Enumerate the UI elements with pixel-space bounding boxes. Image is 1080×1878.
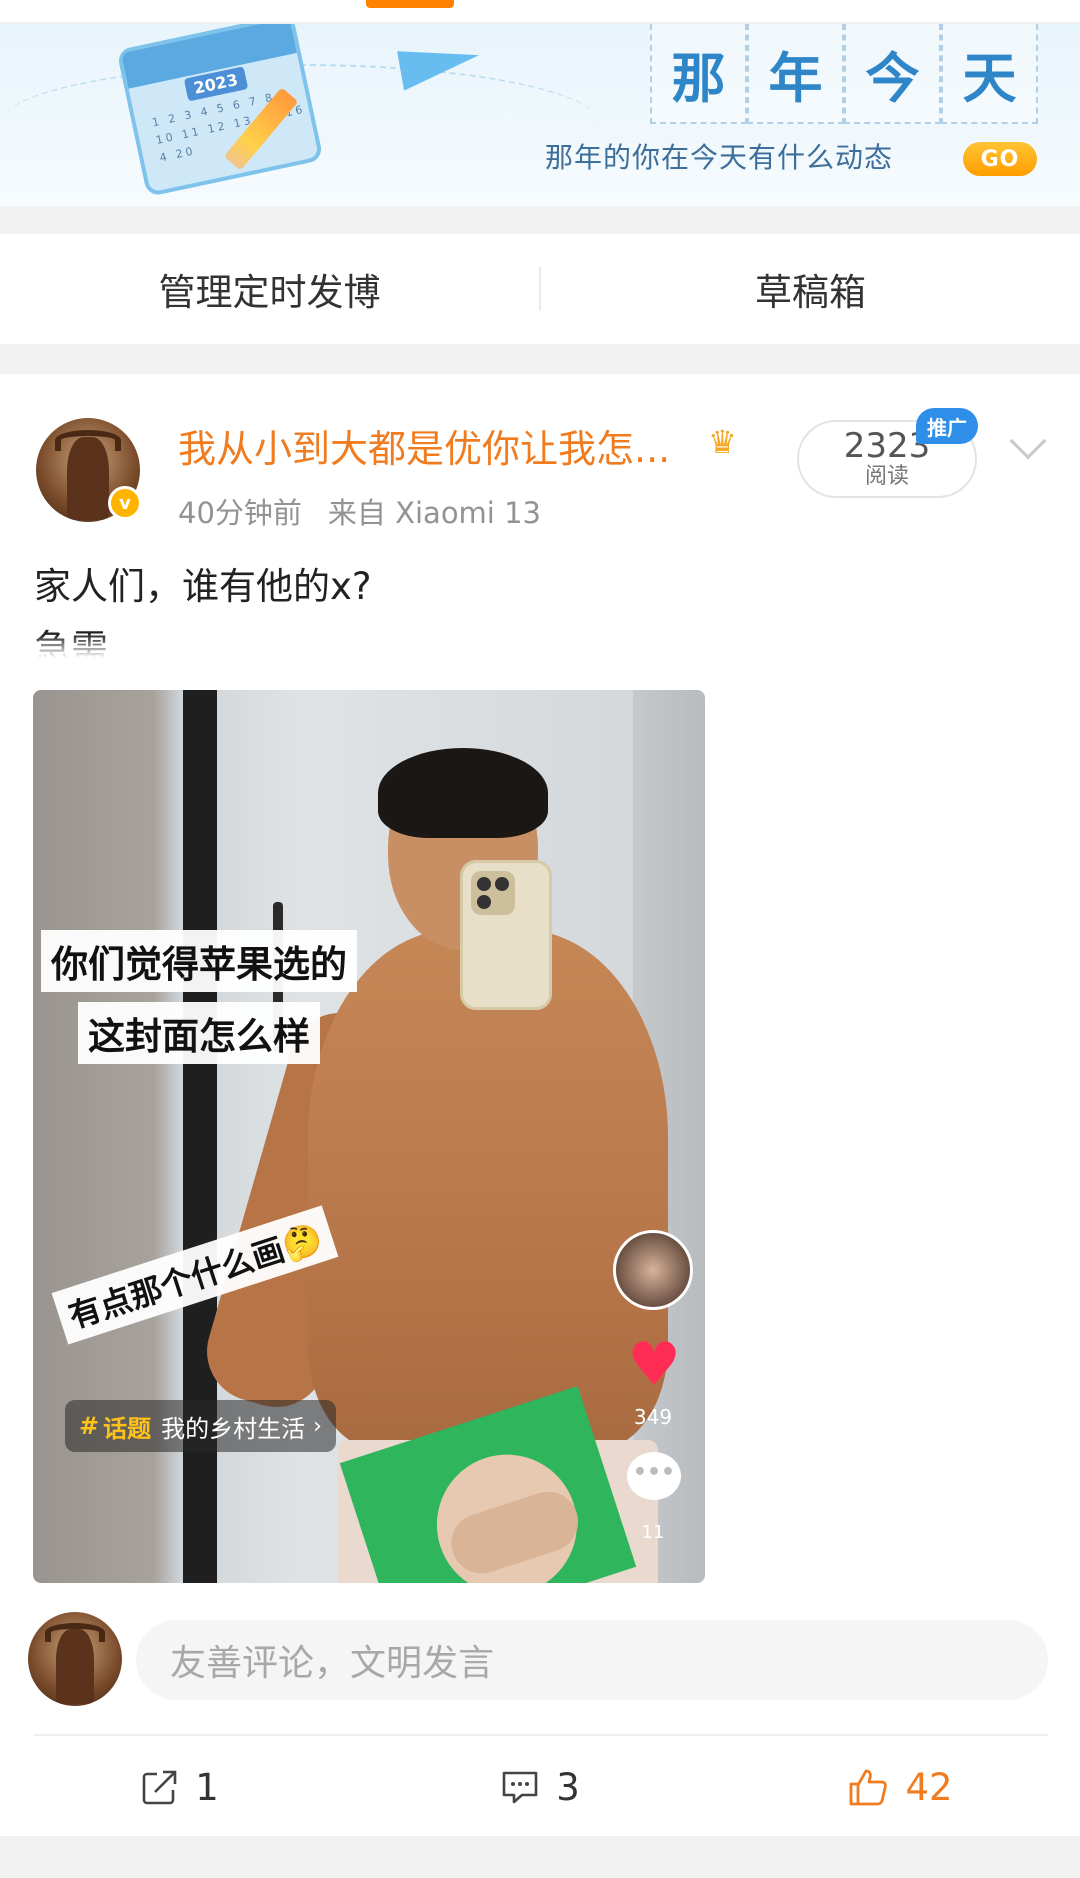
chevron-down-icon[interactable] (1009, 422, 1047, 460)
section-separator (0, 1836, 1080, 1878)
like-button[interactable]: 42 (720, 1744, 1080, 1830)
post-time: 40分钟前 (178, 496, 302, 530)
heart-icon: ♥ (627, 1330, 681, 1400)
phone-icon (460, 860, 552, 1010)
repost-count: 1 (195, 1765, 219, 1809)
video-author-avatar (613, 1230, 693, 1310)
comment-count: 3 (556, 1765, 580, 1809)
repost-button[interactable]: 1 (0, 1744, 360, 1830)
post-action-bar: 1 3 42 (0, 1744, 1080, 1830)
my-avatar[interactable] (28, 1612, 122, 1706)
manage-bar: 管理定时发博 草稿箱 (0, 234, 1080, 344)
topic-name: 我的乡村生活 (161, 1414, 306, 1443)
actions-divider (34, 1734, 1048, 1736)
section-separator (0, 206, 1080, 234)
active-tab-indicator (366, 0, 454, 8)
comment-icon (502, 1771, 538, 1804)
topic-pill: # 话题 我的乡村生活 › (65, 1400, 336, 1452)
post-text-line2: 急需 (34, 627, 108, 658)
image-caption: 这封面怎么样 (78, 1002, 320, 1064)
post-source: 来自 Xiaomi 13 (327, 496, 541, 530)
comment-button[interactable]: 3 (360, 1744, 720, 1830)
comment-bubble-icon: ••• (627, 1452, 681, 1500)
post-text: 家人们，谁有他的x? (34, 565, 372, 608)
like-count: 42 (905, 1765, 953, 1809)
banner-title-char: 天 (941, 24, 1038, 124)
on-this-day-banner[interactable]: 2023 1 2 3 4 5 6 7 8 9 10 11 12 13 15 16… (0, 24, 1080, 206)
topic-label: 话题 (103, 1414, 152, 1443)
banner-title-char: 年 (747, 24, 844, 124)
video-like-count: 349 (633, 1405, 673, 1429)
hashtag-icon: # (79, 1412, 100, 1440)
post-image[interactable]: 你们觉得苹果选的 这封面怎么样 有点那个什么画🤔 # 话题 我的乡村生活 › ♥… (33, 690, 705, 1583)
chevron-right-icon: › (313, 1413, 322, 1439)
post-meta: 40分钟前 来自 Xiaomi 13 (178, 490, 541, 532)
comment-input[interactable]: 友善评论，文明发言 (136, 1620, 1048, 1700)
thumbs-up-icon (850, 1769, 888, 1806)
verified-badge-icon: v (108, 486, 142, 520)
go-button[interactable]: GO (963, 142, 1037, 176)
section-separator (0, 344, 1080, 374)
author-name[interactable]: 我从小到大都是优你让我怎... (178, 418, 670, 473)
banner-title: 那 年 今 天 (650, 24, 1038, 124)
drafts-button[interactable]: 草稿箱 (541, 262, 1080, 316)
manage-scheduled-posts-button[interactable]: 管理定时发博 (0, 262, 539, 316)
image-caption: 你们觉得苹果选的 (41, 930, 357, 992)
banner-subtitle: 那年的你在今天有什么动态 (545, 141, 894, 174)
promote-badge[interactable]: 推广 (916, 408, 978, 444)
banner-title-char: 今 (844, 24, 941, 124)
read-label: 阅读 (864, 464, 909, 489)
crown-icon: ♛ (708, 423, 737, 461)
banner-title-char: 那 (650, 24, 747, 124)
repost-icon (142, 1770, 177, 1805)
